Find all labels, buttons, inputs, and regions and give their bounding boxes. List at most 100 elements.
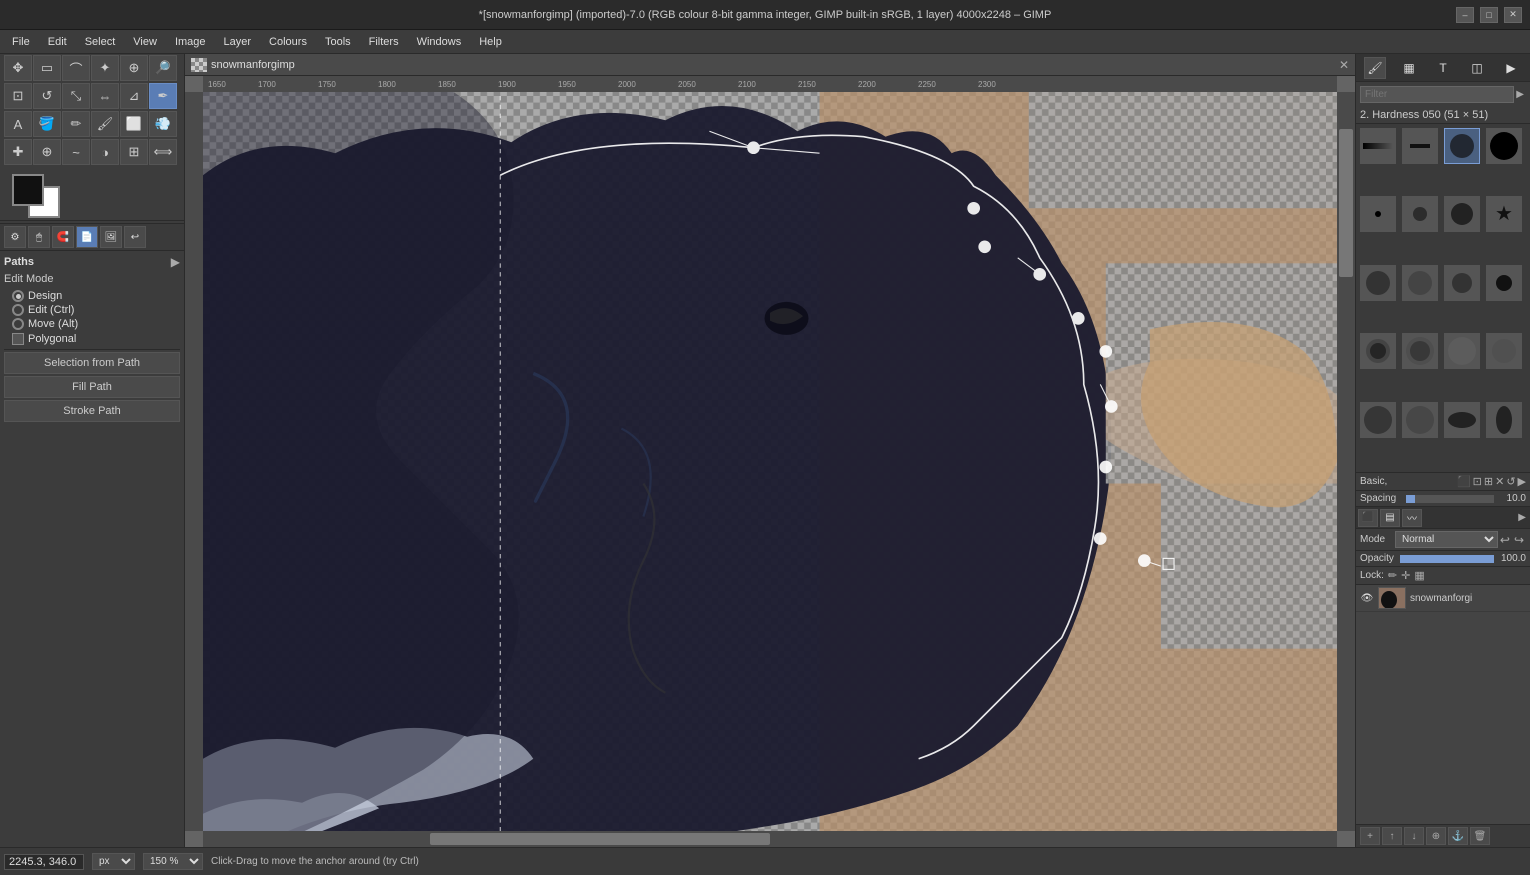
delete-layer-button[interactable]: 🗑 <box>1470 827 1490 845</box>
layers-tab-icon-3[interactable]: 〰 <box>1402 509 1422 527</box>
images-tab[interactable]: 🖼 <box>100 226 122 248</box>
path-tool[interactable]: ✒ <box>149 83 177 109</box>
duplicate-layer-button[interactable]: ⊕ <box>1426 827 1446 845</box>
menu-edit[interactable]: Edit <box>40 34 75 50</box>
menu-colours[interactable]: Colours <box>261 34 315 50</box>
brush-cell[interactable] <box>1486 265 1522 301</box>
layers-tab-icon-2[interactable]: ▤ <box>1380 509 1400 527</box>
menu-help[interactable]: Help <box>471 34 510 50</box>
brushes-tab[interactable]: 🖌 <box>1364 57 1386 79</box>
pencil-tool[interactable]: ✏ <box>62 111 90 137</box>
menu-select[interactable]: Select <box>77 34 124 50</box>
polygonal-option[interactable]: Polygonal <box>4 331 180 347</box>
heal-tool[interactable]: ✚ <box>4 139 32 165</box>
tool-options-tab[interactable]: ⚙ <box>4 226 26 248</box>
brush-cell[interactable] <box>1360 402 1396 438</box>
brush-cell[interactable] <box>1444 265 1480 301</box>
snap-tab[interactable]: 🧲 <box>52 226 74 248</box>
minimize-button[interactable]: – <box>1456 7 1474 23</box>
coordinates-input[interactable] <box>4 854 84 870</box>
menu-layer[interactable]: Layer <box>216 34 260 50</box>
undo-tab[interactable]: ↩ <box>124 226 146 248</box>
move-tool[interactable]: ✥ <box>4 55 32 81</box>
clone-tool[interactable]: ⊕ <box>33 139 61 165</box>
brush-cell[interactable] <box>1486 333 1522 369</box>
warp-tool[interactable]: ⤡ <box>62 83 90 109</box>
brush-cell[interactable]: ★ <box>1486 196 1522 232</box>
paths-panel-menu[interactable]: ▶ <box>171 255 180 269</box>
brush-cell[interactable] <box>1360 333 1396 369</box>
color-picker-tool[interactable]: ⊕ <box>120 55 148 81</box>
measure-tool[interactable]: ⊞ <box>120 139 148 165</box>
maximize-button[interactable]: □ <box>1480 7 1498 23</box>
device-tab[interactable]: 🖱 <box>28 226 50 248</box>
preset-btn-4[interactable]: ✕ <box>1495 475 1504 488</box>
filter-input[interactable] <box>1360 86 1514 103</box>
zoom-select[interactable]: 150 % 100 % 200 % 50 % <box>143 853 203 870</box>
dodge-burn-tool[interactable]: ◑ <box>91 139 119 165</box>
lasso-tool[interactable]: ⌒ <box>62 55 90 81</box>
transform-tool[interactable]: ↺ <box>33 83 61 109</box>
menu-filters[interactable]: Filters <box>361 34 407 50</box>
menu-file[interactable]: File <box>4 34 38 50</box>
eraser-tool[interactable]: ⬜ <box>120 111 148 137</box>
mode-select[interactable]: Normal <box>1395 531 1498 548</box>
brush-cell[interactable] <box>1444 333 1480 369</box>
gradients-tab[interactable]: ◫ <box>1466 57 1488 79</box>
fonts-tab[interactable]: T <box>1432 57 1454 79</box>
layer-item[interactable]: 👁 snowmanforgi <box>1356 585 1530 612</box>
menu-view[interactable]: View <box>125 34 165 50</box>
brush-cell[interactable] <box>1402 265 1438 301</box>
layers-tab-more[interactable]: ▶ <box>1516 510 1528 525</box>
design-option[interactable]: Design <box>4 289 180 303</box>
menu-windows[interactable]: Windows <box>409 34 470 50</box>
vertical-scrollbar[interactable] <box>1337 92 1355 831</box>
fill-path-button[interactable]: Fill Path <box>4 376 180 398</box>
selection-from-path-button[interactable]: Selection from Path <box>4 352 180 374</box>
brush-cell[interactable] <box>1360 128 1396 164</box>
fill-tool[interactable]: 🪣 <box>33 111 61 137</box>
menu-image[interactable]: Image <box>167 34 214 50</box>
mode-redo[interactable]: ↪ <box>1512 533 1526 547</box>
brush-cell[interactable] <box>1444 402 1480 438</box>
raise-layer-button[interactable]: ↑ <box>1382 827 1402 845</box>
brush-cell[interactable] <box>1402 128 1438 164</box>
smudge-tool[interactable]: ~ <box>62 139 90 165</box>
align-tool[interactable]: ⟺ <box>149 139 177 165</box>
edit-radio[interactable] <box>12 304 24 316</box>
paintbrush-tool[interactable]: 🖌 <box>91 111 119 137</box>
design-radio[interactable] <box>12 290 24 302</box>
menu-tools[interactable]: Tools <box>317 34 359 50</box>
document-tab[interactable]: 📄 <box>76 226 98 248</box>
canvas-tab-close[interactable]: ✕ <box>1339 58 1349 72</box>
fuzzy-select-tool[interactable]: ✦ <box>91 55 119 81</box>
zoom-tool[interactable]: 🔎 <box>149 55 177 81</box>
text-tool[interactable]: A <box>4 111 32 137</box>
move-alt-option[interactable]: Move (Alt) <box>4 317 180 331</box>
stroke-path-button[interactable]: Stroke Path <box>4 400 180 422</box>
brush-cell[interactable] <box>1486 402 1522 438</box>
layer-visibility-icon[interactable]: 👁 <box>1360 591 1374 605</box>
move-radio[interactable] <box>12 318 24 330</box>
layers-tab-icon-1[interactable]: ⬛ <box>1358 509 1378 527</box>
lock-pixels-icon[interactable]: ✏ <box>1388 569 1397 582</box>
canvas-viewport[interactable] <box>203 92 1337 831</box>
lower-layer-button[interactable]: ↓ <box>1404 827 1424 845</box>
cage-tool[interactable]: ⊿ <box>120 83 148 109</box>
brush-cell[interactable] <box>1402 402 1438 438</box>
preset-btn-3[interactable]: ⊞ <box>1484 475 1493 488</box>
polygonal-checkbox[interactable] <box>12 333 24 345</box>
brush-cell[interactable] <box>1486 128 1522 164</box>
close-button[interactable]: ✕ <box>1504 7 1522 23</box>
brush-cell[interactable] <box>1360 196 1396 232</box>
preset-btn-1[interactable]: ⬛ <box>1457 475 1471 488</box>
preset-btn-2[interactable]: ⊡ <box>1473 475 1482 488</box>
anchor-layer-button[interactable]: ⚓ <box>1448 827 1468 845</box>
rect-select-tool[interactable]: ▭ <box>33 55 61 81</box>
brush-cell[interactable] <box>1444 196 1480 232</box>
opacity-bar[interactable] <box>1400 555 1494 563</box>
preset-btn-6[interactable]: ▶ <box>1518 475 1526 488</box>
h-scroll-thumb[interactable] <box>430 833 770 845</box>
lock-alpha-icon[interactable]: ▦ <box>1414 569 1424 582</box>
right-menu-btn[interactable]: ▶ <box>1500 57 1522 79</box>
